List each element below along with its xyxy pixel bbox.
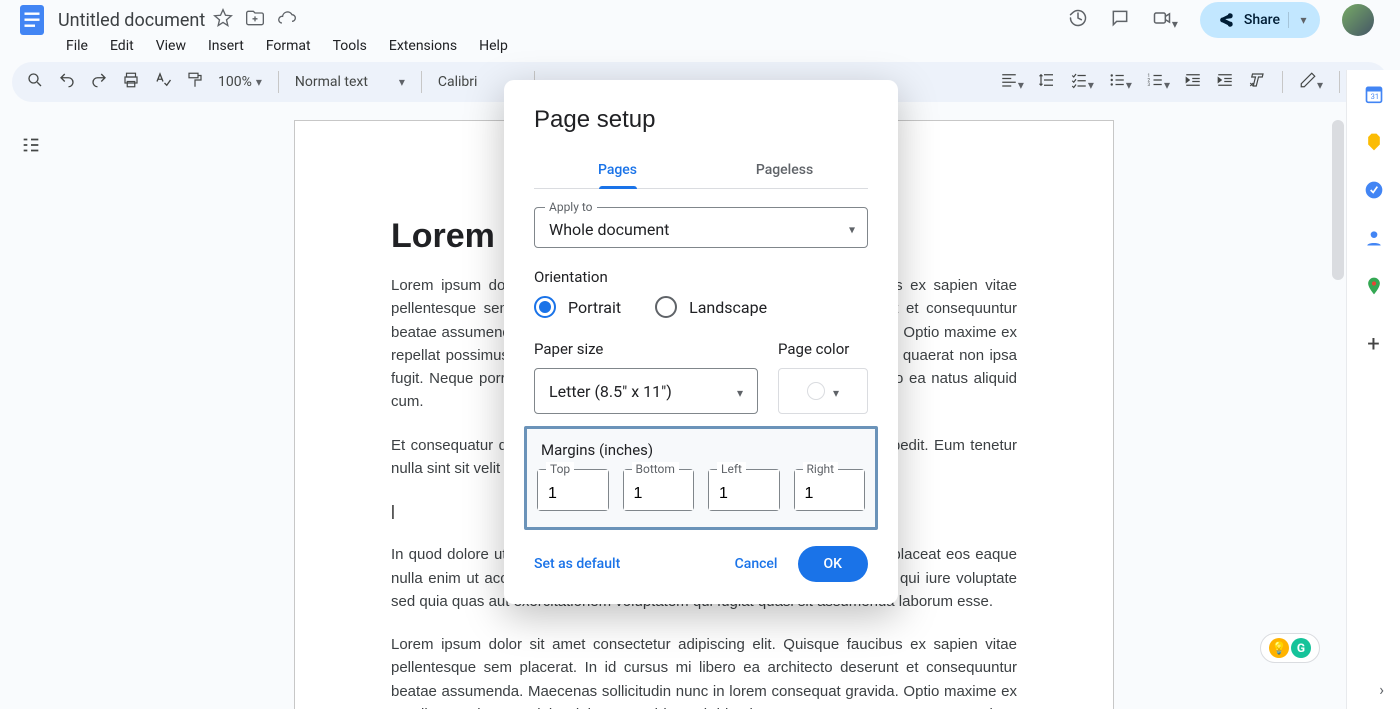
meet-icon[interactable]	[1152, 8, 1178, 32]
titlebar: Untitled document Share	[0, 0, 1400, 34]
dialog-tabs: Pages Pageless	[534, 152, 868, 189]
docs-logo-icon[interactable]	[14, 2, 50, 38]
comment-icon[interactable]	[1110, 8, 1130, 32]
margin-top-input[interactable]	[538, 470, 608, 510]
line-spacing-icon[interactable]	[1038, 71, 1056, 93]
orientation-options: Portrait Landscape	[534, 296, 868, 318]
orientation-portrait[interactable]: Portrait	[534, 296, 621, 318]
lightbulb-icon: 💡	[1269, 638, 1289, 658]
paint-format-icon[interactable]	[186, 71, 204, 93]
grammarly-widget[interactable]: 💡 G	[1260, 633, 1320, 663]
paragraph-style-select[interactable]: Normal text	[295, 74, 405, 90]
clear-format-icon[interactable]	[1248, 71, 1266, 93]
margin-left-input[interactable]	[709, 470, 779, 510]
align-icon[interactable]	[1000, 71, 1024, 93]
dialog-title: Page setup	[534, 106, 868, 134]
checklist-icon[interactable]	[1070, 71, 1094, 93]
zoom-select[interactable]: 100%	[218, 74, 262, 90]
paragraph: Lorem ipsum dolor sit amet consectetur a…	[391, 633, 1017, 709]
orientation-label: Orientation	[534, 268, 868, 286]
radio-checked-icon	[534, 296, 556, 318]
add-on-plus-icon[interactable]: +	[1367, 332, 1379, 357]
maps-icon[interactable]	[1364, 276, 1384, 296]
menu-extensions[interactable]: Extensions	[389, 38, 457, 54]
radio-unchecked-icon	[655, 296, 677, 318]
share-button[interactable]: Share	[1200, 2, 1320, 38]
margin-right-field[interactable]: Right	[794, 469, 866, 511]
color-swatch-icon	[807, 382, 825, 400]
undo-icon[interactable]	[58, 71, 76, 93]
menu-tools[interactable]: Tools	[333, 38, 367, 54]
paper-size-label: Paper size	[534, 340, 758, 358]
margin-bottom-field[interactable]: Bottom	[623, 469, 695, 511]
ok-button[interactable]: OK	[798, 546, 869, 582]
dialog-actions: Set as default Cancel OK	[534, 546, 868, 582]
margins-label: Margins (inches)	[541, 441, 865, 459]
set-default-button[interactable]: Set as default	[534, 556, 620, 572]
tasks-icon[interactable]	[1364, 180, 1384, 200]
menu-help[interactable]: Help	[479, 38, 508, 54]
apply-to-value: Whole document	[549, 220, 669, 239]
margin-left-field[interactable]: Left	[708, 469, 780, 511]
margin-right-input[interactable]	[795, 470, 865, 510]
share-label: Share	[1244, 12, 1280, 28]
tab-pages[interactable]: Pages	[534, 152, 701, 188]
move-icon[interactable]	[245, 8, 265, 32]
sidepanel-collapse-icon[interactable]: ›	[1379, 680, 1384, 699]
margin-bottom-input[interactable]	[624, 470, 694, 510]
menu-view[interactable]: View	[156, 38, 186, 54]
margins-section: Margins (inches) Top Bottom Left Right	[524, 426, 878, 530]
menu-insert[interactable]: Insert	[208, 38, 244, 54]
cancel-button[interactable]: Cancel	[735, 556, 778, 572]
menu-file[interactable]: File	[66, 38, 88, 54]
header-right-icons: Share	[1068, 2, 1386, 38]
paper-size-value: Letter (8.5" x 11")	[549, 382, 672, 401]
title-action-icons	[213, 8, 297, 32]
bulleted-list-icon[interactable]	[1108, 71, 1132, 93]
menubar: File Edit View Insert Format Tools Exten…	[0, 34, 1400, 62]
outline-toggle-icon[interactable]	[20, 134, 42, 709]
contacts-icon[interactable]	[1364, 228, 1384, 248]
print-icon[interactable]	[122, 71, 140, 93]
orientation-landscape[interactable]: Landscape	[655, 296, 767, 318]
share-caret-icon[interactable]	[1288, 12, 1310, 28]
document-title[interactable]: Untitled document	[58, 10, 205, 31]
paper-size-select[interactable]: Letter (8.5" x 11")	[534, 368, 758, 414]
apply-to-label: Apply to	[545, 200, 597, 214]
vertical-scrollbar[interactable]	[1332, 120, 1344, 280]
cloud-icon[interactable]	[277, 8, 297, 32]
page-setup-dialog: Page setup Pages Pageless Apply to Whole…	[504, 80, 898, 604]
chevron-down-icon	[849, 218, 855, 237]
calendar-icon[interactable]: 31	[1364, 84, 1384, 104]
apply-to-select[interactable]: Apply to Whole document	[534, 207, 868, 248]
spellcheck-icon[interactable]	[154, 71, 172, 93]
side-panel: 31 + ›	[1346, 70, 1400, 709]
indent-decrease-icon[interactable]	[1184, 71, 1202, 93]
chevron-down-icon	[833, 382, 839, 401]
history-icon[interactable]	[1068, 8, 1088, 32]
indent-increase-icon[interactable]	[1216, 71, 1234, 93]
redo-icon[interactable]	[90, 71, 108, 93]
grammarly-icon: G	[1291, 638, 1311, 658]
margin-top-field[interactable]: Top	[537, 469, 609, 511]
menu-format[interactable]: Format	[266, 38, 311, 54]
menu-edit[interactable]: Edit	[110, 38, 134, 54]
keep-icon[interactable]	[1364, 132, 1384, 152]
chevron-down-icon	[737, 382, 743, 401]
editing-mode-icon[interactable]	[1299, 71, 1323, 93]
svg-text:3: 3	[1147, 82, 1150, 88]
numbered-list-icon[interactable]: 123	[1146, 71, 1170, 93]
account-avatar[interactable]	[1342, 4, 1374, 36]
search-icon[interactable]	[26, 71, 44, 93]
svg-text:31: 31	[1370, 92, 1378, 101]
page-color-select[interactable]	[778, 368, 868, 414]
tab-pageless[interactable]: Pageless	[701, 152, 868, 188]
page-color-label: Page color	[778, 340, 868, 358]
star-icon[interactable]	[213, 8, 233, 32]
